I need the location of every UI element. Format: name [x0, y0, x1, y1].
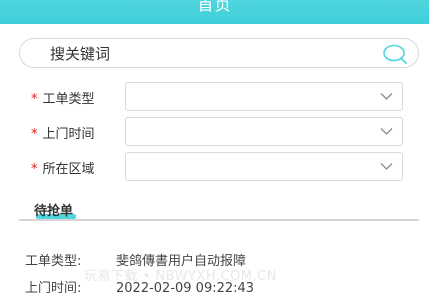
search-icon[interactable]: [382, 43, 408, 65]
form-row-region: * 所在区域: [0, 152, 429, 182]
visit-time-info: 上门时间: 2022-02-09 09:22:43: [25, 277, 254, 296]
search-input[interactable]: [48, 44, 372, 64]
app-header: 首页: [0, 0, 429, 24]
search-bar[interactable]: [19, 38, 419, 68]
visit-time-label-text: 上门时间: [42, 127, 95, 142]
region-label: * 所在区域: [31, 158, 95, 177]
page: 首页 * 工单类型 * 上门时间 * 所在区域: [0, 0, 429, 296]
page-title: 首页: [197, 0, 232, 14]
visit-time-info-label: 上门时间:: [25, 281, 82, 296]
order-type-label: * 工单类型: [31, 88, 95, 107]
order-type-label-text: 工单类型: [42, 92, 95, 107]
required-mark: *: [31, 92, 38, 107]
visit-time-label: * 上门时间: [31, 123, 95, 142]
required-mark: *: [31, 162, 38, 177]
region-label-text: 所在区域: [42, 162, 95, 177]
region-select[interactable]: [125, 152, 403, 181]
chevron-down-icon: [380, 93, 393, 100]
section-divider: [19, 219, 419, 221]
visit-time-select[interactable]: [125, 117, 403, 146]
chevron-down-icon: [380, 128, 393, 135]
form-row-order-type: * 工单类型: [0, 82, 429, 112]
chevron-down-icon: [380, 163, 393, 170]
visit-time-info-value: 2022-02-09 09:22:43: [116, 281, 255, 296]
form-row-visit-time: * 上门时间: [0, 117, 429, 147]
required-mark: *: [31, 127, 38, 142]
order-type-select[interactable]: [125, 82, 403, 111]
section-title: 待抢单: [34, 204, 74, 219]
